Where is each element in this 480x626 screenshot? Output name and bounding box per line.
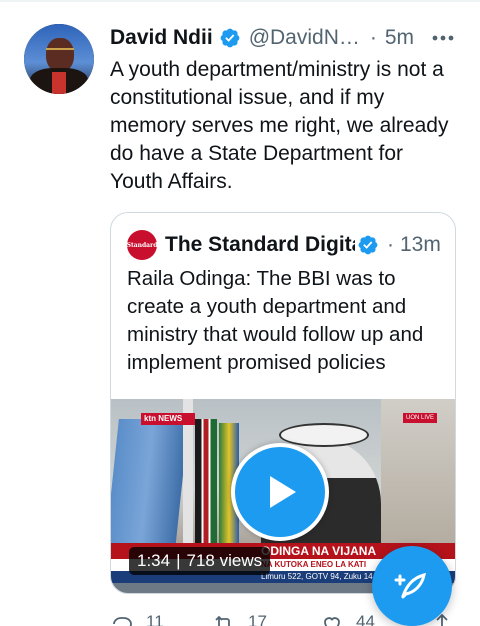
tweet-text: A youth department/ministry is not a con… xyxy=(110,58,449,193)
retweet-icon xyxy=(215,615,230,626)
separator: · xyxy=(369,26,377,49)
handle[interactable]: @DavidN… xyxy=(249,26,360,50)
ticker-subheadline: NA KUTOKA ENEO LA KATI xyxy=(261,560,367,569)
reply-count: 11 xyxy=(146,612,164,626)
live-tag: UON LIVE xyxy=(403,413,437,423)
quoted-avatar-label: Standard xyxy=(126,241,158,249)
like-icon xyxy=(324,617,340,626)
compose-tweet-button[interactable] xyxy=(372,546,452,626)
display-name[interactable]: David Ndii xyxy=(110,26,213,50)
like-button[interactable]: 44 xyxy=(320,612,375,626)
stats-divider: | xyxy=(176,551,181,570)
timestamp[interactable]: 5m xyxy=(385,26,414,50)
quoted-avatar[interactable]: Standard xyxy=(127,230,157,260)
compose-tweet-icon xyxy=(394,572,426,599)
quoted-display-name: The Standard Digita xyxy=(165,233,355,256)
verified-badge-icon xyxy=(220,28,240,48)
video-person-hat xyxy=(279,423,369,447)
top-divider xyxy=(0,0,480,2)
play-button[interactable] xyxy=(231,443,329,541)
retweet-button[interactable]: 17 xyxy=(212,612,267,626)
ticker-headline: ODINGA NA VIJANA xyxy=(261,544,377,558)
reply-button[interactable]: 11 xyxy=(110,612,164,626)
verified-badge-icon xyxy=(358,235,378,255)
video-views: 718 views xyxy=(186,551,263,570)
quoted-tweet-text: Raila Odinga: The BBI was to create a yo… xyxy=(127,267,424,374)
video-stats-badge: 1:34 | 718 views xyxy=(129,547,271,575)
avatar[interactable] xyxy=(24,24,94,94)
quoted-tweet-card[interactable]: Standard The Standard Digita · 13m Raila… xyxy=(110,212,456,594)
quoted-timestamp: 13m xyxy=(400,233,441,256)
play-icon xyxy=(270,476,296,508)
retweet-count: 17 xyxy=(248,612,267,626)
more-options-icon[interactable] xyxy=(432,30,454,46)
flag xyxy=(195,419,217,549)
like-count: 44 xyxy=(356,612,375,626)
video-duration: 1:34 xyxy=(137,551,171,570)
channel-logo: ktn NEWS xyxy=(141,413,195,425)
quoted-separator: · xyxy=(387,233,394,256)
quoted-tweet-header: Standard The Standard Digita · 13m xyxy=(127,230,447,260)
reply-icon xyxy=(113,617,132,626)
tweet-header: David Ndii @DavidN… · 5m xyxy=(110,24,414,52)
